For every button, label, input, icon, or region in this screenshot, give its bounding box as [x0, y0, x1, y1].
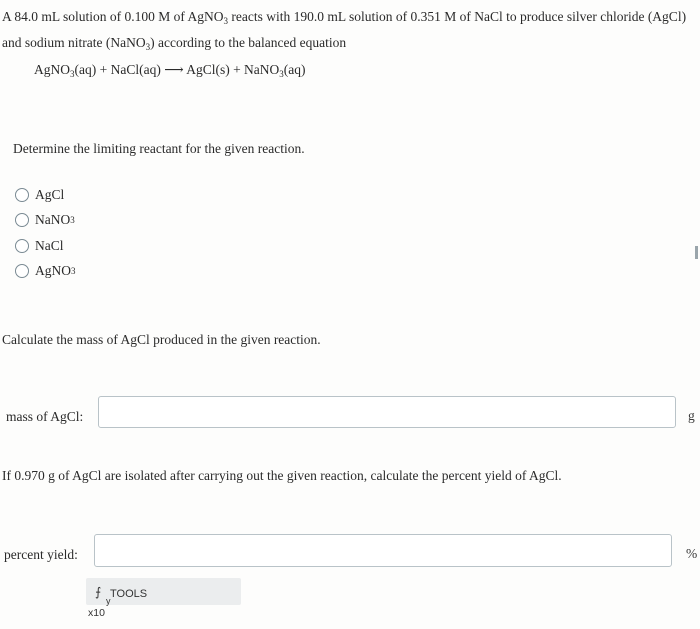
mass-unit: g: [688, 408, 695, 423]
function-icon: ⨍: [95, 585, 102, 599]
mass-input[interactable]: [98, 396, 676, 428]
tools-button[interactable]: ⨍ y TOOLS: [86, 578, 241, 606]
tools-label: TOOLS: [110, 588, 148, 600]
edge-marker: [695, 246, 698, 259]
scientific-notation-button[interactable]: x10: [88, 607, 105, 619]
radio-button[interactable]: [15, 187, 29, 202]
yield-question: If 0.970 g of AgCl are isolated after ca…: [2, 468, 562, 483]
intro-line-1: A 84.0 mL solution of 0.100 M of AgNO3 r…: [2, 9, 687, 26]
yield-input[interactable]: [94, 534, 672, 567]
limiting-reactant-options: AgCl NaNO 3 NaCl AgNO 3: [15, 182, 76, 284]
intro-line-2: and sodium nitrate (NaNO3) according to …: [2, 35, 347, 52]
radio-button[interactable]: [15, 213, 29, 228]
yield-label: percent yield:: [4, 547, 78, 562]
option-agcl[interactable]: AgCl: [15, 182, 76, 208]
balanced-equation: AgNO3(aq) + NaCl(aq) ⟶ AgCl(s) + NaNO3(a…: [34, 62, 306, 79]
mass-question: Calculate the mass of AgCl produced in t…: [2, 332, 321, 347]
radio-button[interactable]: [15, 238, 29, 253]
option-agno3[interactable]: AgNO 3: [15, 259, 76, 285]
option-nano3[interactable]: NaNO 3: [15, 208, 76, 234]
problem-statement: A 84.0 mL solution of 0.100 M of AgNO3 r…: [2, 6, 698, 58]
option-nacl[interactable]: NaCl: [15, 233, 76, 259]
mass-label: mass of AgCl:: [6, 409, 84, 424]
yield-unit: %: [686, 546, 698, 561]
radio-button[interactable]: [15, 264, 29, 279]
limiting-reactant-question: Determine the limiting reactant for the …: [13, 141, 305, 156]
reaction-arrow-icon: ⟶: [164, 62, 184, 77]
